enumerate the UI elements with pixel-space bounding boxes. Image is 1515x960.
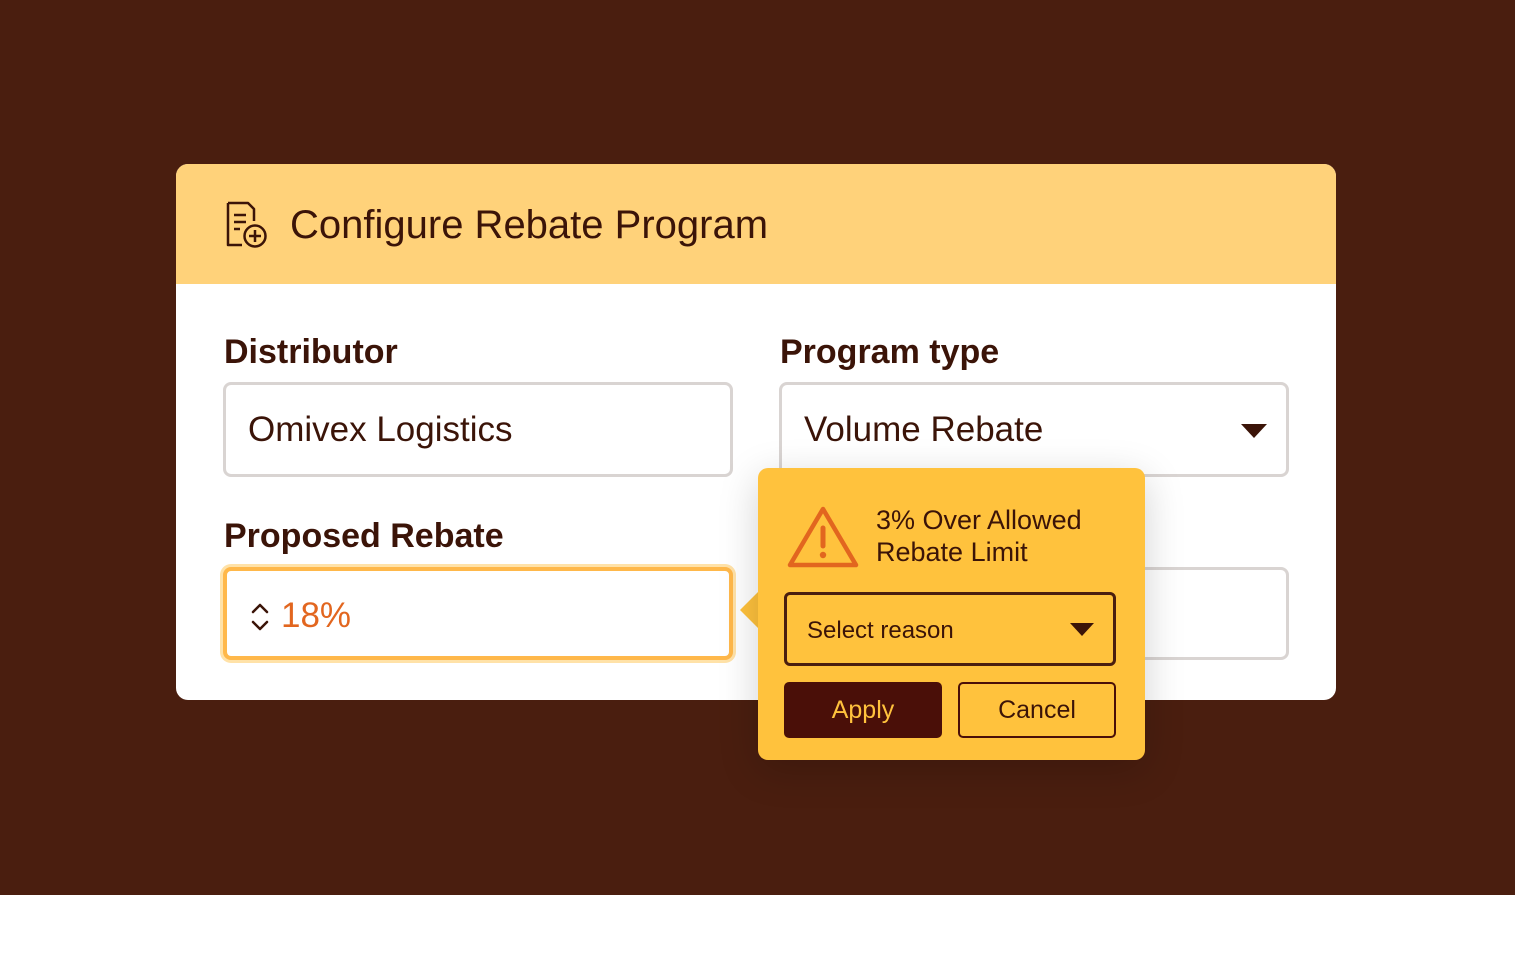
warning-message-line2: Rebate Limit: [876, 537, 1028, 567]
card-header: Configure Rebate Program: [176, 164, 1336, 284]
popover-pointer: [740, 590, 760, 630]
chevron-down-icon: [1070, 623, 1094, 636]
distributor-label: Distributor: [224, 333, 398, 371]
program-type-select[interactable]: Volume Rebate: [779, 382, 1289, 477]
reason-select[interactable]: Select reason: [784, 592, 1116, 666]
document-add-icon: [226, 201, 267, 248]
proposed-rebate-label: Proposed Rebate: [224, 517, 504, 555]
stepper-icon[interactable]: [249, 601, 271, 633]
warning-message: 3% Over Allowed Rebate Limit: [876, 504, 1126, 568]
proposed-rebate-value: 18%: [281, 596, 352, 635]
chevron-down-icon: [1241, 424, 1267, 438]
cancel-button[interactable]: Cancel: [958, 682, 1116, 738]
distributor-value: Omivex Logistics: [248, 410, 513, 449]
rebate-warning-popover: 3% Over Allowed Rebate Limit Select reas…: [758, 468, 1145, 760]
warning-triangle-icon: [787, 506, 859, 568]
distributor-input[interactable]: Omivex Logistics: [223, 382, 733, 477]
program-type-value: Volume Rebate: [804, 410, 1044, 449]
apply-button[interactable]: Apply: [784, 682, 942, 738]
dialog-title: Configure Rebate Program: [290, 203, 769, 247]
program-type-label: Program type: [780, 333, 1000, 371]
warning-message-line1: 3% Over Allowed: [876, 505, 1082, 535]
proposed-rebate-input[interactable]: 18%: [223, 567, 733, 660]
reason-select-value: Select reason: [807, 617, 954, 644]
